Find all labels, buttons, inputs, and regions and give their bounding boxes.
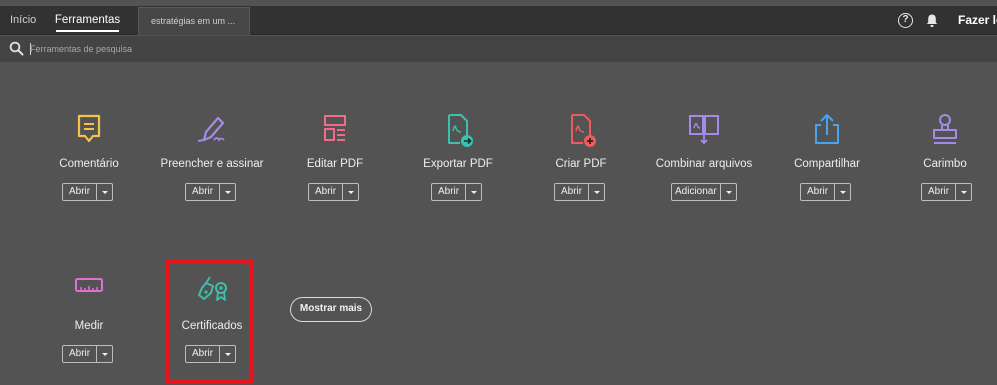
chevron-down-icon[interactable] bbox=[588, 184, 604, 200]
tool-label: Criar PDF bbox=[555, 158, 607, 170]
search-icon bbox=[9, 41, 24, 56]
action-label: Adicionar bbox=[675, 186, 717, 197]
sign-in-link[interactable]: Fazer lo bbox=[958, 6, 997, 35]
help-circle-icon[interactable]: ? bbox=[898, 13, 913, 28]
chevron-down-icon[interactable] bbox=[719, 184, 736, 200]
create-pdf-icon bbox=[571, 114, 596, 147]
tool-measure[interactable]: Medir Abrir bbox=[29, 273, 149, 365]
tool-create-pdf[interactable]: Criar PDF Abrir bbox=[521, 111, 641, 203]
tab-tools-label: Ferramentas bbox=[54, 14, 121, 26]
chevron-down-icon[interactable] bbox=[834, 184, 850, 200]
show-more-button[interactable]: Mostrar mais bbox=[290, 297, 372, 322]
open-button[interactable]: Abrir bbox=[185, 183, 237, 201]
chevron-down-icon[interactable] bbox=[342, 184, 358, 200]
tab-tools[interactable]: Ferramentas bbox=[50, 6, 125, 35]
action-label: Abrir bbox=[69, 348, 91, 359]
action-label: Abrir bbox=[561, 186, 583, 197]
share-icon bbox=[815, 114, 839, 144]
open-button[interactable]: Abrir bbox=[308, 183, 360, 201]
tool-edit-pdf[interactable]: Editar PDF Abrir bbox=[275, 111, 395, 203]
search-input[interactable] bbox=[30, 39, 330, 59]
tool-label: Comentário bbox=[59, 158, 119, 170]
chevron-down-icon[interactable] bbox=[96, 184, 112, 200]
tool-comment[interactable]: Comentário Abrir bbox=[29, 111, 149, 203]
highlight-box bbox=[165, 259, 254, 384]
active-tab-indicator bbox=[56, 30, 119, 32]
add-button[interactable]: Adicionar bbox=[671, 183, 737, 201]
tool-label: Compartilhar bbox=[794, 158, 860, 170]
tool-export-pdf[interactable]: Exportar PDF Abrir bbox=[398, 111, 518, 203]
search-bar bbox=[0, 36, 997, 62]
tool-label: Combinar arquivos bbox=[655, 158, 753, 170]
ruler-icon bbox=[75, 278, 103, 292]
bell-icon[interactable] bbox=[925, 13, 939, 28]
fill-sign-pen-icon bbox=[197, 116, 225, 142]
tool-label: Carimbo bbox=[923, 158, 967, 170]
tool-label: Editar PDF bbox=[306, 158, 364, 170]
action-label: Abrir bbox=[807, 186, 829, 197]
chevron-down-icon[interactable] bbox=[955, 184, 971, 200]
top-nav-bar: Início Ferramentas estratégias em um ...… bbox=[0, 6, 997, 35]
tab-document[interactable]: estratégias em um ... bbox=[138, 7, 250, 35]
open-button[interactable]: Abrir bbox=[921, 183, 973, 201]
acrobat-tools-window: Início Ferramentas estratégias em um ...… bbox=[0, 0, 997, 385]
tool-label: Medir bbox=[74, 320, 104, 332]
tool-share[interactable]: Compartilhar Abrir bbox=[767, 111, 887, 203]
action-label: Abrir bbox=[928, 186, 950, 197]
stamp-icon bbox=[933, 114, 957, 144]
tool-combine-files[interactable]: Combinar arquivos Adicionar bbox=[644, 111, 764, 203]
action-label: Abrir bbox=[69, 186, 91, 197]
chevron-down-icon[interactable] bbox=[219, 184, 235, 200]
open-button[interactable]: Abrir bbox=[62, 345, 114, 363]
tab-home[interactable]: Início bbox=[10, 6, 36, 35]
combine-files-icon bbox=[689, 115, 719, 145]
edit-pdf-icon bbox=[324, 115, 346, 141]
open-button[interactable]: Abrir bbox=[431, 183, 483, 201]
open-button[interactable]: Abrir bbox=[554, 183, 606, 201]
tool-label: Exportar PDF bbox=[423, 158, 493, 170]
open-button[interactable]: Abrir bbox=[62, 183, 114, 201]
tool-label: Preencher e assinar bbox=[160, 158, 264, 170]
comment-icon bbox=[77, 114, 101, 143]
tool-stamp[interactable]: Carimbo Abrir bbox=[885, 111, 997, 203]
action-label: Abrir bbox=[315, 186, 337, 197]
chevron-down-icon[interactable] bbox=[465, 184, 481, 200]
text-caret bbox=[30, 43, 31, 55]
action-label: Abrir bbox=[438, 186, 460, 197]
export-pdf-icon bbox=[448, 114, 473, 147]
tool-fill-sign[interactable]: Preencher e assinar Abrir bbox=[152, 111, 272, 203]
chevron-down-icon[interactable] bbox=[96, 346, 112, 362]
action-label: Abrir bbox=[192, 186, 214, 197]
open-button[interactable]: Abrir bbox=[800, 183, 852, 201]
